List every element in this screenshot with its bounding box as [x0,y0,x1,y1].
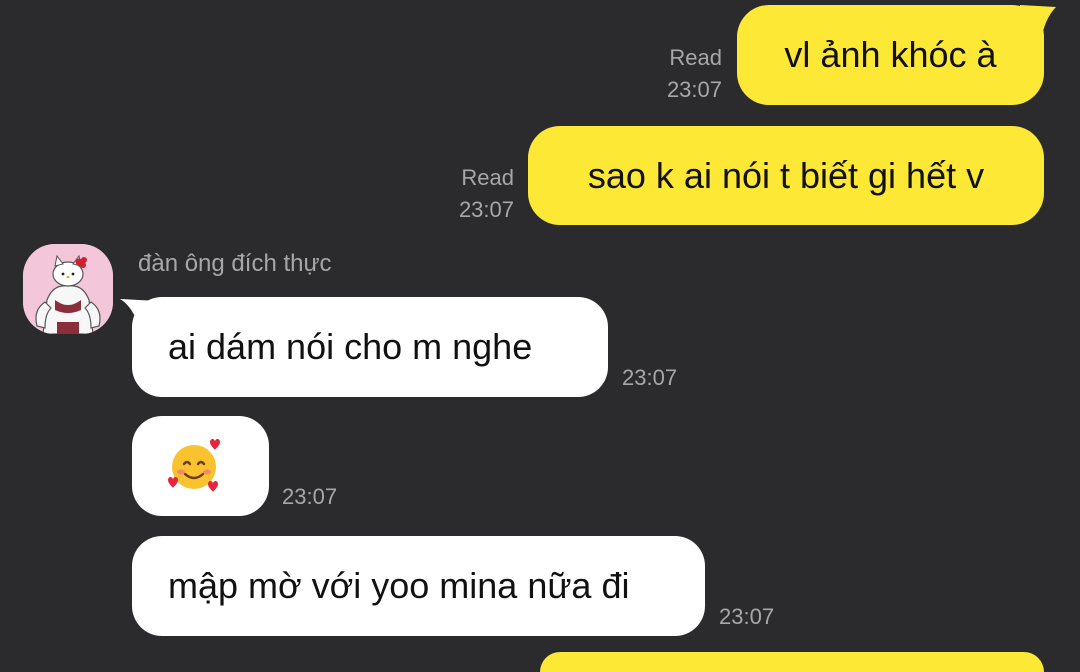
read-status: Read [461,165,514,190]
smiling-face-with-hearts-icon [168,439,220,492]
message-text: vl ảnh khóc à [784,34,997,75]
bubble-tail-icon [1020,5,1056,45]
message-time: 23:07 [719,604,775,629]
incoming-message-bubble[interactable]: mập mờ với yoo mina nữa đi [132,536,705,636]
outgoing-message-bubble-partial[interactable] [540,652,1044,672]
message-text: sao k ai nói t biết gi hết v [587,154,985,196]
sender-name: đàn ông đích thực [138,250,332,277]
message-time: 23:07 [666,77,722,102]
message-time: 23:07 [622,365,678,390]
message-time: 23:07 [458,197,514,222]
outgoing-message-bubble[interactable]: sao k ai nói t biết gi hết v [528,126,1044,225]
read-status: Read [669,45,722,70]
read-receipt-2: Read 23:07 [459,162,514,226]
incoming-message-bubble[interactable]: ai dám nói cho m nghe [132,297,608,397]
outgoing-message-bubble[interactable]: vl ảnh khóc à [737,5,1044,105]
hello-kitty-muscle-avatar-icon [23,244,113,334]
message-text: mập mờ với yoo mina nữa đi [168,565,630,606]
message-text: ai dám nói cho m nghe [168,326,533,367]
contact-avatar[interactable] [23,244,113,334]
incoming-emoji-bubble[interactable] [132,416,269,516]
read-receipt-1: Read 23:07 [667,42,722,106]
message-time: 23:07 [282,484,338,509]
